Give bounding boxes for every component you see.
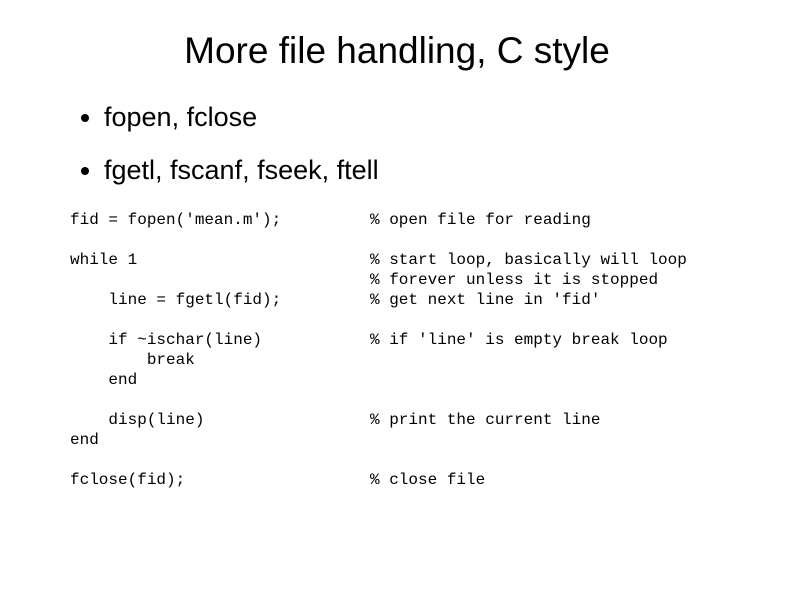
code-right: % start loop, basically will loop [370, 250, 724, 270]
code-right [370, 350, 724, 370]
code-right: % close file [370, 470, 724, 490]
code-right: % open file for reading [370, 210, 724, 230]
code-left: while 1 [70, 250, 370, 270]
code-right [370, 430, 724, 450]
page-title: More file handling, C style [70, 30, 724, 72]
code-block: fid = fopen('mean.m'); % open file for r… [70, 210, 724, 490]
bullet-item: fopen, fclose [104, 102, 724, 133]
code-left: disp(line) [70, 410, 370, 430]
code-left: end [70, 370, 370, 390]
code-left: break [70, 350, 370, 370]
code-left: fclose(fid); [70, 470, 370, 490]
code-left: fid = fopen('mean.m'); [70, 210, 370, 230]
code-right: % print the current line [370, 410, 724, 430]
code-right [370, 370, 724, 390]
code-left: end [70, 430, 370, 450]
bullet-item: fgetl, fscanf, fseek, ftell [104, 155, 724, 186]
code-left: line = fgetl(fid); [70, 290, 370, 310]
code-left [70, 270, 370, 290]
code-left: if ~ischar(line) [70, 330, 370, 350]
code-right: % get next line in 'fid' [370, 290, 724, 310]
code-right: % forever unless it is stopped [370, 270, 724, 290]
bullet-list: fopen, fclose fgetl, fscanf, fseek, ftel… [70, 102, 724, 186]
code-right: % if 'line' is empty break loop [370, 330, 724, 350]
